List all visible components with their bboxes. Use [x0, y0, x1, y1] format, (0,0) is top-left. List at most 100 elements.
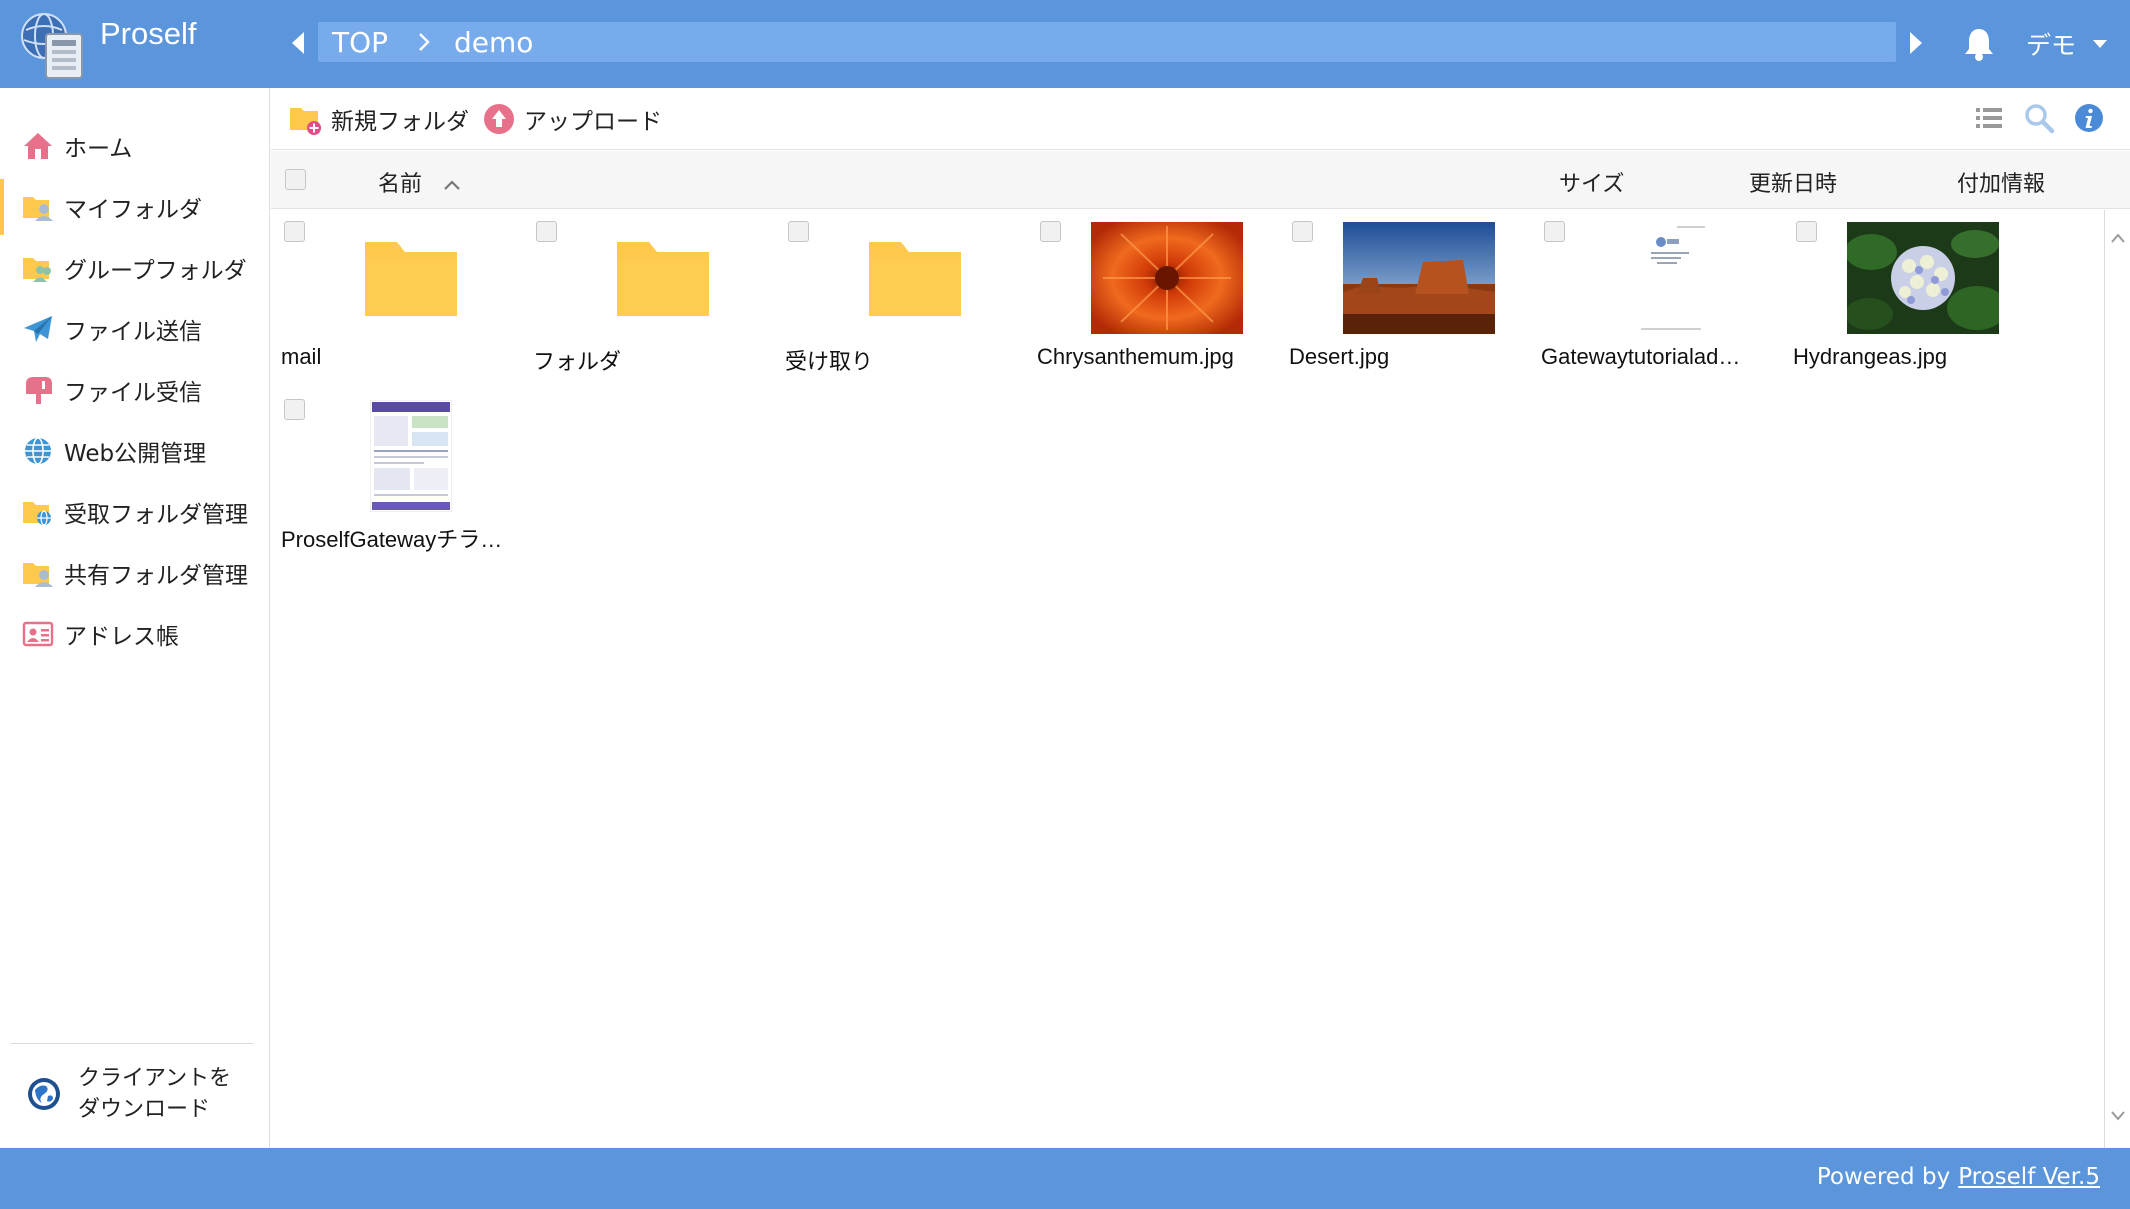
flyer-thumbnail-icon: [370, 400, 452, 512]
shared-folder-icon: [23, 563, 53, 587]
column-header-modified[interactable]: 更新日時: [1749, 166, 1837, 198]
mailbox-icon: [26, 377, 52, 404]
info-icon[interactable]: [2073, 102, 2105, 134]
item-checkbox[interactable]: [1796, 221, 1817, 242]
new-folder-label: 新規フォルダ: [331, 109, 469, 135]
user-name: デモ: [2026, 31, 2077, 60]
thumbnail: [839, 222, 991, 334]
home-icon: [24, 133, 52, 159]
sidebar-item-shared-folder[interactable]: 共有フォルダ管理: [0, 545, 268, 601]
thumbnail: [1343, 222, 1495, 334]
sidebar-item-group-folder[interactable]: グループフォルダ: [0, 240, 268, 296]
vertical-scrollbar[interactable]: [2104, 210, 2130, 1148]
client-globe-icon: [28, 1078, 60, 1110]
file-name: Chrysanthemum.jpg: [1037, 344, 1234, 369]
app-footer: Powered by Proself Ver.5: [0, 1148, 2130, 1209]
breadcrumb: TOP demo: [318, 22, 1896, 62]
select-all-checkbox[interactable]: [285, 169, 306, 190]
upload-button[interactable]: アップロード: [482, 100, 662, 138]
scroll-down-icon[interactable]: [2110, 1110, 2126, 1122]
sidebar-item-my-folder[interactable]: マイフォルダ: [0, 179, 268, 235]
version-link[interactable]: Proself Ver.5: [1958, 1164, 2100, 1190]
breadcrumb-top[interactable]: TOP: [332, 26, 388, 59]
upload-label: アップロード: [524, 109, 662, 135]
sidebar-item-label: ホーム: [64, 136, 133, 162]
folder-icon: [869, 242, 961, 316]
column-name-label: 名前: [378, 172, 423, 197]
sidebar-item-receive-folder[interactable]: 受取フォルダ管理: [0, 484, 268, 540]
app-title: Proself: [100, 16, 197, 51]
file-item[interactable]: Desert.jpg: [1279, 210, 1519, 380]
file-item[interactable]: Chrysanthemum.jpg: [1027, 210, 1267, 380]
new-folder-icon: [290, 108, 321, 135]
sidebar-item-file-receive[interactable]: ファイル受信: [0, 362, 268, 418]
item-checkbox[interactable]: [788, 221, 809, 242]
file-name: Hydrangeas.jpg: [1793, 344, 1948, 369]
thumbnail: [1595, 222, 1747, 334]
item-checkbox[interactable]: [536, 221, 557, 242]
desert-image-icon: [1343, 222, 1495, 334]
sidebar-item-label: 共有フォルダ管理: [64, 563, 248, 589]
column-header-size[interactable]: サイズ: [1559, 166, 1624, 198]
sidebar-item-address-book[interactable]: アドレス帳: [0, 606, 268, 662]
chrysanthemum-image-icon: [1091, 222, 1243, 334]
file-item[interactable]: Gatewaytutorialad…: [1531, 210, 1771, 380]
proself-logo-icon[interactable]: [18, 8, 96, 82]
group-folder-icon: [23, 258, 51, 282]
thumbnail: [335, 400, 487, 512]
column-header-extra-info[interactable]: 付加情報: [1957, 166, 2045, 198]
folder-icon: [365, 242, 457, 316]
search-icon[interactable]: [2023, 102, 2055, 134]
file-item[interactable]: フォルダ: [523, 210, 763, 380]
list-view-icon[interactable]: [1973, 102, 2005, 134]
column-header-name[interactable]: 名前: [378, 166, 461, 198]
bell-icon[interactable]: [1962, 26, 1996, 62]
toolbar: 新規フォルダ アップロード: [271, 88, 2130, 150]
breadcrumb-demo[interactable]: demo: [454, 26, 533, 59]
sidebar-item-label: Web公開管理: [64, 441, 207, 467]
sidebar-item-label: ファイル受信: [64, 380, 202, 406]
nav-back-icon[interactable]: [288, 28, 308, 58]
nav-forward-icon[interactable]: [1906, 28, 1926, 58]
sidebar-item-label: ファイル送信: [64, 319, 202, 345]
client-download-link[interactable]: クライアントを ダウンロード: [26, 1063, 231, 1125]
thumbnail: [335, 222, 487, 334]
item-checkbox[interactable]: [1292, 221, 1313, 242]
sidebar-item-label: アドレス帳: [64, 624, 179, 650]
my-folder-icon: [23, 197, 53, 221]
sidebar-item-label: グループフォルダ: [64, 258, 247, 284]
sidebar-item-label: 受取フォルダ管理: [64, 502, 248, 528]
scroll-up-icon[interactable]: [2110, 232, 2126, 244]
upload-icon: [484, 104, 514, 134]
paper-plane-icon: [24, 316, 52, 342]
sort-ascending-icon: [444, 180, 460, 190]
receive-folder-icon: [23, 502, 51, 526]
address-book-icon: [22, 621, 54, 647]
file-name: Gatewaytutorialad…: [1541, 344, 1741, 369]
caret-down-icon: [2093, 40, 2108, 48]
client-download-line2: ダウンロード: [78, 1097, 211, 1122]
file-item[interactable]: ProselfGatewayチラ…: [271, 388, 511, 558]
powered-by-text: Powered by Proself Ver.5: [1817, 1164, 2100, 1190]
chevron-right-icon: [419, 33, 430, 51]
sidebar-item-home[interactable]: ホーム: [0, 118, 268, 174]
file-item[interactable]: mail: [271, 210, 511, 380]
hydrangeas-image-icon: [1847, 222, 1999, 334]
new-folder-button[interactable]: 新規フォルダ: [289, 100, 469, 138]
file-item[interactable]: 受け取り: [775, 210, 1015, 380]
item-checkbox[interactable]: [284, 399, 305, 420]
item-checkbox[interactable]: [284, 221, 305, 242]
item-checkbox[interactable]: [1544, 221, 1565, 242]
client-download-line1: クライアントを: [78, 1066, 232, 1091]
sidebar-item-web-publish[interactable]: Web公開管理: [0, 423, 268, 479]
thumbnail: [587, 222, 739, 334]
file-name: ProselfGatewayチラ…: [281, 527, 503, 552]
globe-icon: [25, 437, 51, 465]
file-name: フォルダ: [533, 349, 622, 374]
sidebar-item-file-send[interactable]: ファイル送信: [0, 301, 268, 357]
file-name: mail: [281, 344, 322, 369]
user-menu[interactable]: デモ: [2026, 26, 2108, 62]
file-item[interactable]: Hydrangeas.jpg: [1783, 210, 2023, 380]
item-checkbox[interactable]: [1040, 221, 1061, 242]
powered-by-label: Powered by: [1816, 1164, 1951, 1190]
